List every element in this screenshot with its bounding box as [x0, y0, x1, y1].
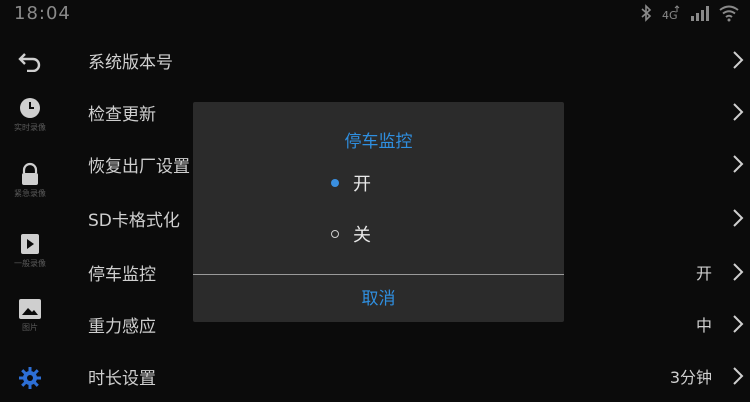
- row-label: SD卡格式化: [88, 211, 180, 231]
- svg-text:4G: 4G: [662, 9, 678, 22]
- 4g-icon: 4G: [662, 5, 680, 22]
- chevron-right-icon: [733, 263, 744, 281]
- row-value: 中: [695, 316, 712, 335]
- radio-unselected-icon: [331, 230, 339, 238]
- lock-icon: [22, 162, 38, 185]
- row-value: 开: [695, 264, 712, 283]
- dialog-divider: [193, 274, 564, 275]
- rail-label: 实时录像: [14, 123, 46, 132]
- status-bar: 18:04 4G: [0, 0, 750, 28]
- clock-icon: [20, 98, 40, 118]
- picture-icon: [19, 299, 41, 319]
- back-button[interactable]: [0, 50, 60, 72]
- row-label: 检查更新: [88, 105, 156, 125]
- option-label: 开: [353, 174, 371, 195]
- bluetooth-icon: [641, 4, 652, 22]
- chevron-right-icon: [733, 315, 744, 333]
- row-label: 恢复出厂设置: [88, 157, 190, 177]
- chevron-right-icon: [733, 209, 744, 227]
- option-off[interactable]: 关: [331, 220, 371, 248]
- rail-item-pictures[interactable]: 图片: [0, 298, 60, 333]
- rail-label: 一般录像: [14, 259, 46, 268]
- row-label: 重力感应: [88, 317, 156, 337]
- rail-label: 紧急录像: [14, 189, 46, 198]
- gear-icon: [19, 367, 41, 389]
- rail-item-live[interactable]: 实时录像: [0, 96, 60, 133]
- chevron-right-icon: [733, 103, 744, 121]
- play-icon: [21, 234, 39, 254]
- chevron-right-icon: [733, 367, 744, 385]
- signal-icon: [691, 6, 709, 21]
- chevron-right-icon: [733, 155, 744, 173]
- status-icons: 4G: [640, 4, 740, 22]
- cancel-button[interactable]: 取消: [193, 276, 564, 322]
- radio-selected-icon: [331, 179, 339, 187]
- dialog-title: 停车监控: [344, 132, 413, 152]
- back-icon: [18, 53, 41, 72]
- parking-monitor-dialog: 停车监控 开 关 取消: [193, 102, 564, 322]
- option-on[interactable]: 开: [331, 169, 371, 197]
- row-label: 系统版本号: [88, 53, 173, 73]
- rail-item-settings[interactable]: [0, 366, 60, 390]
- rail-label: 图片: [22, 323, 38, 332]
- rail-item-normal[interactable]: 一般录像: [0, 232, 60, 269]
- rail-item-emergency[interactable]: 紧急录像: [0, 162, 60, 199]
- settings-row-version[interactable]: 系统版本号: [60, 34, 750, 86]
- row-value: 3分钟: [669, 368, 712, 387]
- chevron-right-icon: [733, 51, 744, 69]
- option-label: 关: [353, 225, 371, 246]
- row-label: 时长设置: [88, 369, 156, 389]
- clock-time: 18:04: [14, 3, 71, 24]
- left-rail: 实时录像 紧急录像 一般录像 图片: [0, 28, 60, 400]
- settings-row-duration[interactable]: 时长设置 3分钟: [60, 350, 750, 402]
- wifi-icon: [719, 5, 739, 22]
- row-label: 停车监控: [88, 265, 156, 285]
